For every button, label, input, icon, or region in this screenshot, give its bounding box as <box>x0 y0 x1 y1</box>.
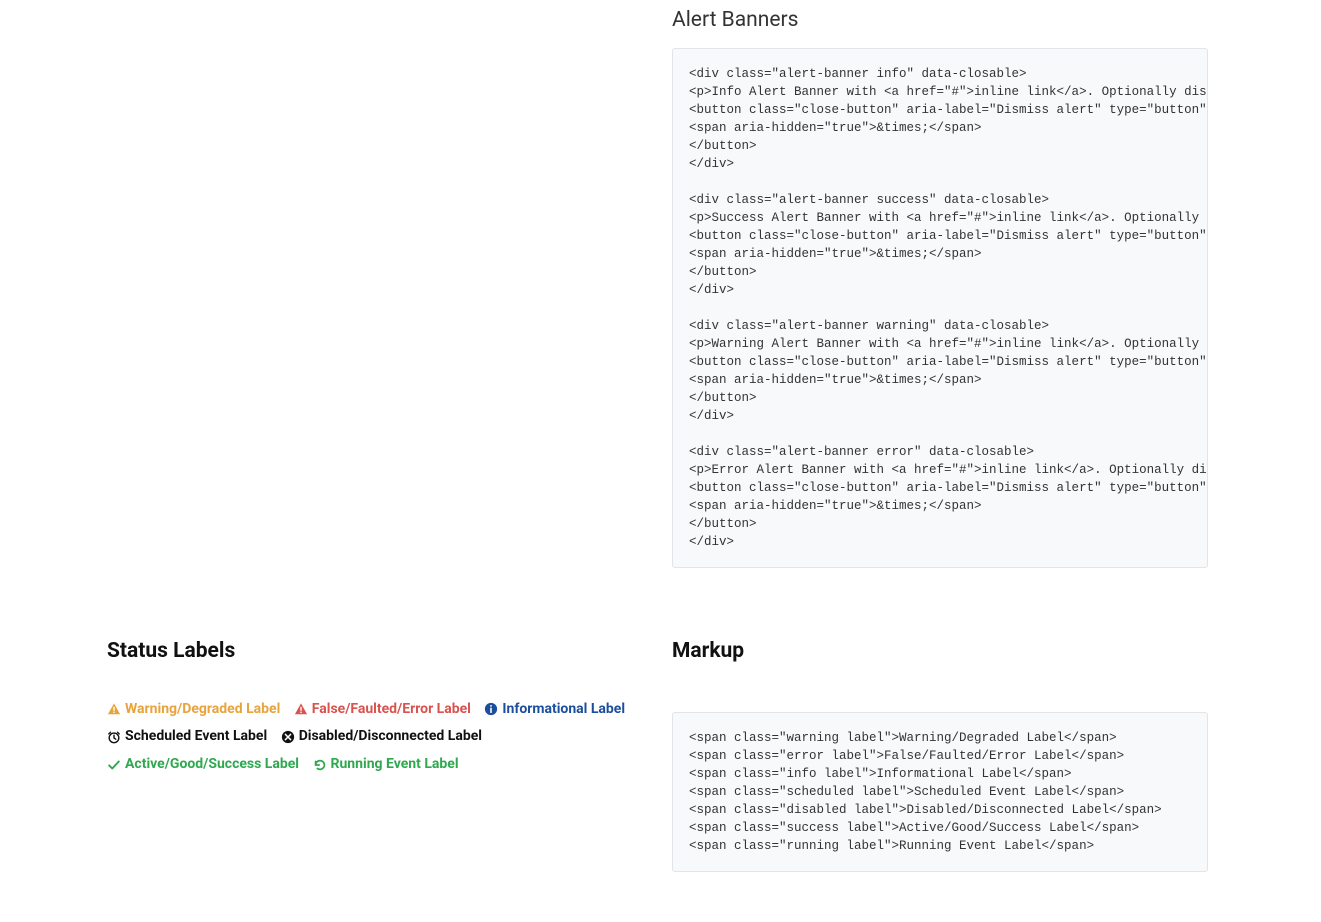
label-info: Informational Label <box>484 698 625 722</box>
label-text: False/Faulted/Error Label <box>312 698 471 722</box>
warning-triangle-icon <box>107 702 121 716</box>
label-text: Disabled/Disconnected Label <box>299 725 482 749</box>
status-labels-code: <span class="warning label">Warning/Degr… <box>672 712 1208 872</box>
alert-banners-heading: Alert Banners <box>672 7 1208 34</box>
error-triangle-icon <box>294 702 308 716</box>
refresh-icon <box>313 758 327 772</box>
disabled-circle-icon <box>281 730 295 744</box>
status-labels-heading: Status Labels <box>107 638 642 665</box>
label-warning: Warning/Degraded Label <box>107 698 280 722</box>
label-disabled: Disabled/Disconnected Label <box>281 725 482 749</box>
label-error: False/Faulted/Error Label <box>294 698 471 722</box>
label-text: Scheduled Event Label <box>125 725 267 749</box>
check-icon <box>107 758 121 772</box>
label-text: Active/Good/Success Label <box>125 753 299 777</box>
info-circle-icon <box>484 702 498 716</box>
label-text: Informational Label <box>502 698 625 722</box>
label-success: Active/Good/Success Label <box>107 753 299 777</box>
status-labels-container: Warning/Degraded Label False/Faulted/Err… <box>107 698 642 781</box>
alert-banners-code: <div class="alert-banner info" data-clos… <box>672 48 1208 568</box>
label-running: Running Event Label <box>313 753 459 777</box>
label-text: Warning/Degraded Label <box>125 698 280 722</box>
label-text: Running Event Label <box>331 753 459 777</box>
markup-heading: Markup <box>672 638 1208 665</box>
label-scheduled: Scheduled Event Label <box>107 725 267 749</box>
clock-icon <box>107 730 121 744</box>
